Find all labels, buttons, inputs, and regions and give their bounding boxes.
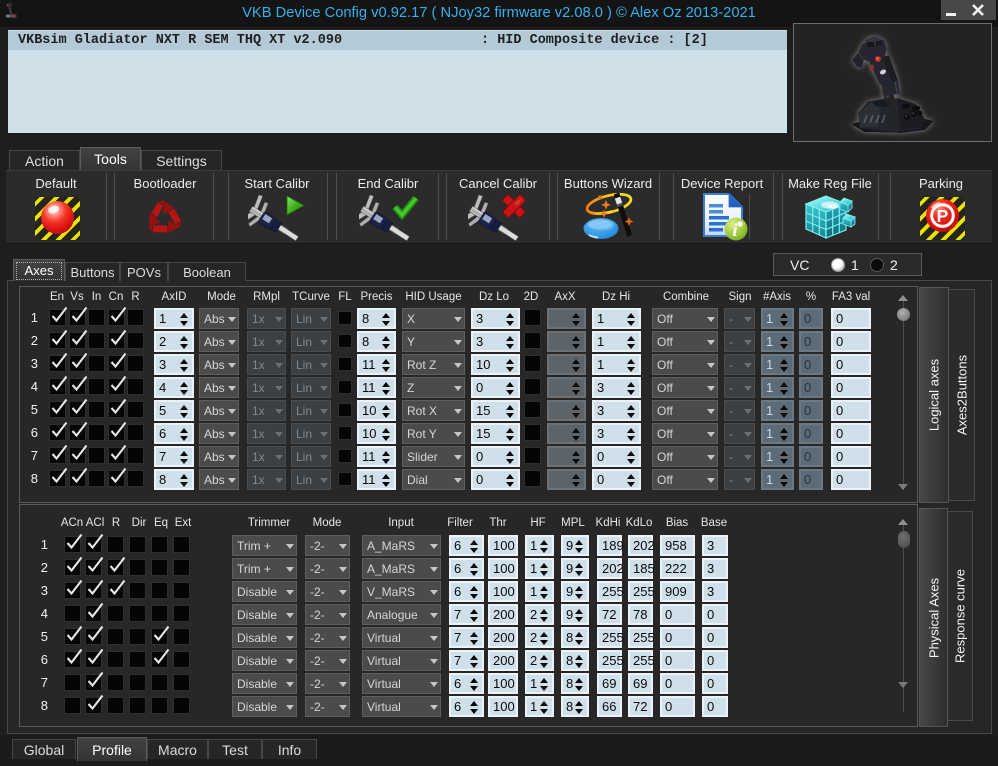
svg-text:i: i bbox=[732, 220, 737, 240]
svg-text:P: P bbox=[937, 206, 949, 226]
